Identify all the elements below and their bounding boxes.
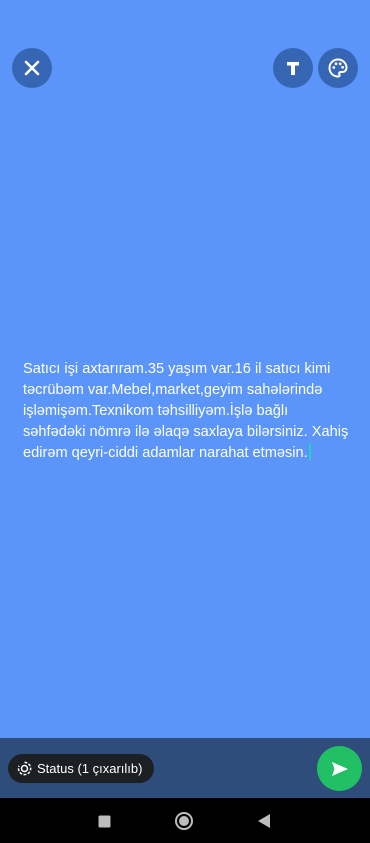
back-button[interactable]: [253, 810, 275, 832]
text-style-button[interactable]: [273, 48, 313, 88]
text-icon: [287, 62, 299, 75]
status-privacy-label: Status (1 çıxarılıb): [37, 761, 143, 776]
status-privacy-icon: [17, 761, 32, 776]
close-icon: [24, 60, 40, 76]
palette-icon: [328, 58, 348, 78]
status-canvas[interactable]: Satıcı işi axtarıram.35 yaşım var.16 il …: [0, 0, 370, 738]
close-button[interactable]: [12, 48, 52, 88]
recents-square-icon: [98, 815, 110, 827]
status-text-content: Satıcı işi axtarıram.35 yaşım var.16 il …: [23, 361, 349, 461]
send-icon: [331, 761, 348, 776]
status-text-body[interactable]: Satıcı işi axtarıram.35 yaşım var.16 il …: [23, 359, 353, 464]
bottom-bar: Status (1 çıxarılıb): [0, 738, 370, 798]
send-button[interactable]: [317, 746, 362, 791]
recents-button[interactable]: [93, 810, 115, 832]
back-triangle-icon: [258, 814, 270, 828]
color-palette-button[interactable]: [318, 48, 358, 88]
text-cursor: [308, 443, 311, 460]
home-circle-icon: [175, 812, 193, 830]
status-privacy-chip[interactable]: Status (1 çıxarılıb): [8, 754, 155, 783]
system-nav-bar: [0, 798, 370, 843]
home-button[interactable]: [173, 810, 195, 832]
